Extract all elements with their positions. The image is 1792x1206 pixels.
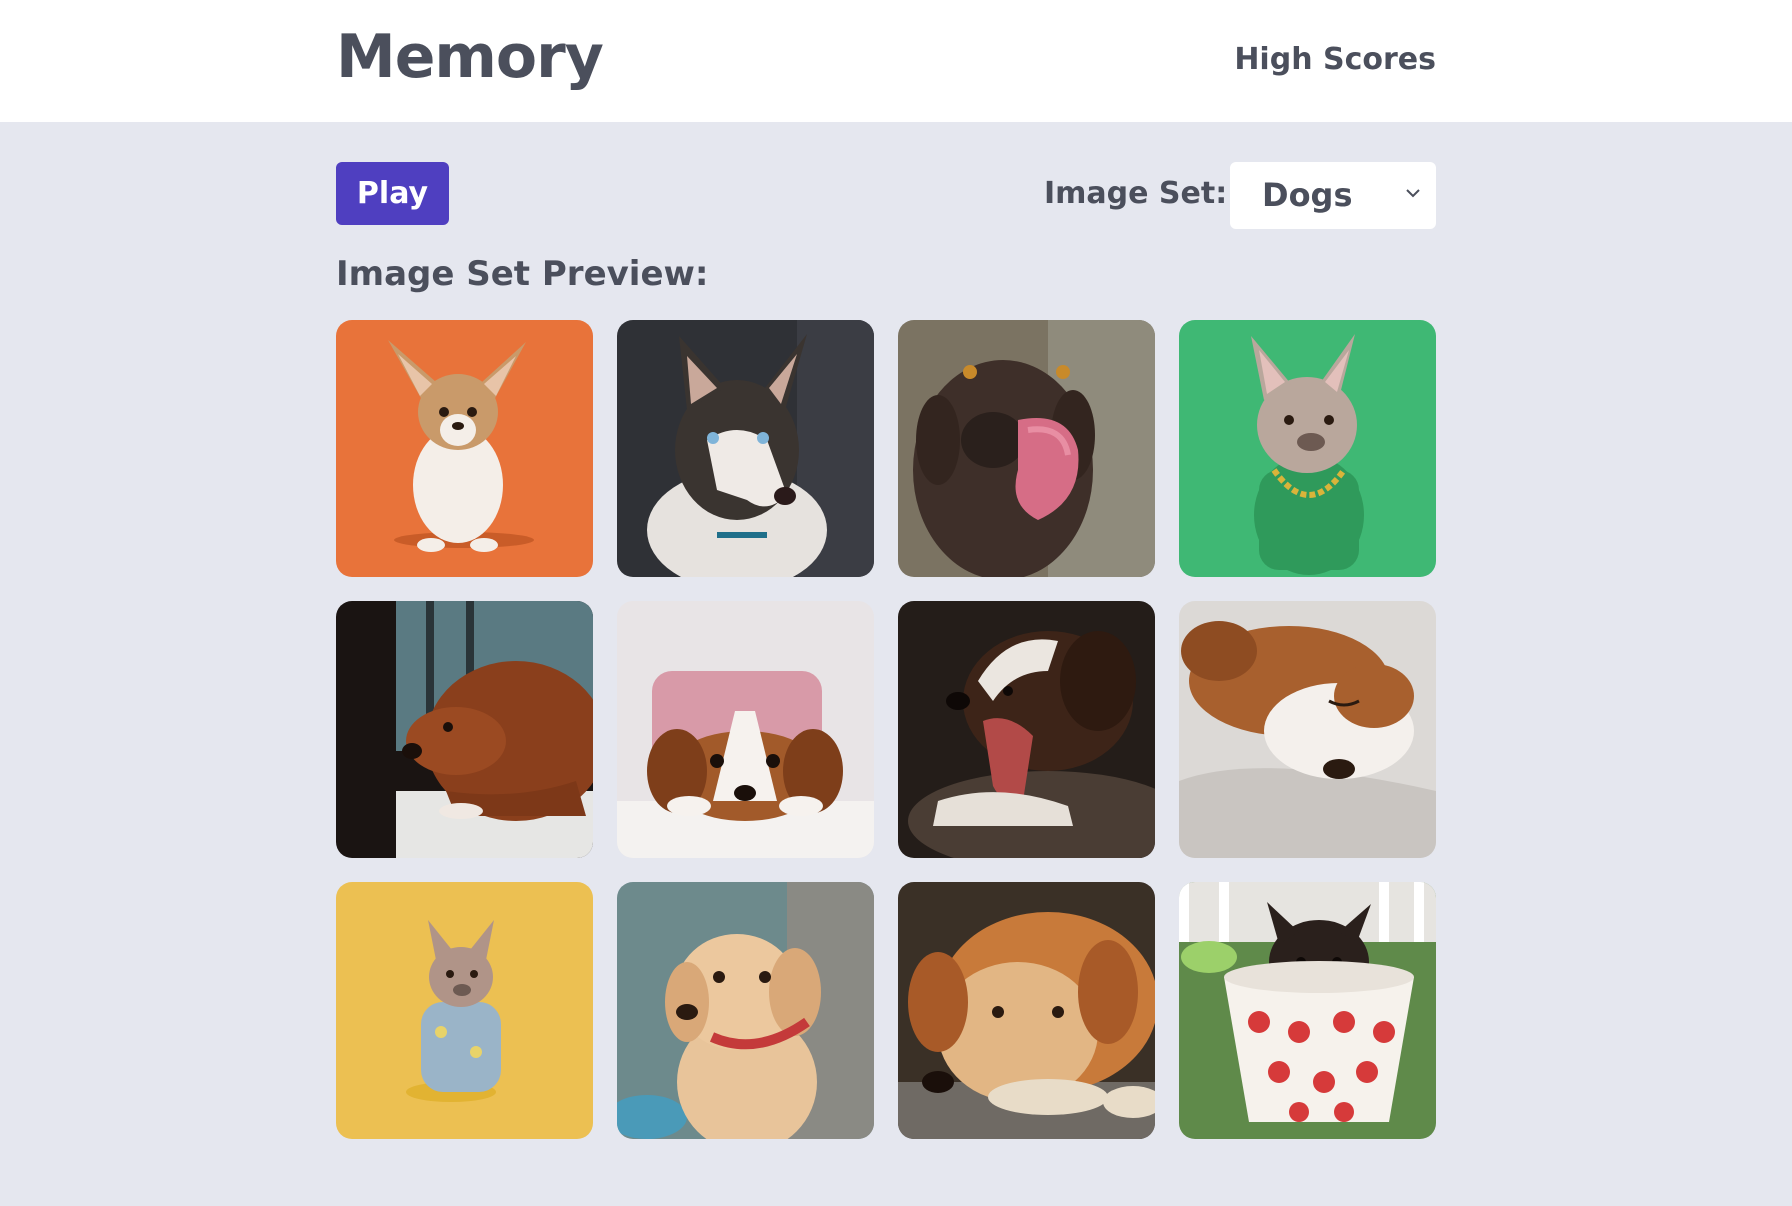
chihuahua-teacup-image — [1179, 882, 1436, 1139]
cavalier-puppy-image — [617, 601, 874, 858]
high-scores-link[interactable]: High Scores — [1234, 42, 1436, 77]
french-bulldog-green-image — [1179, 320, 1436, 577]
preview-image-7 — [898, 601, 1155, 858]
play-button[interactable]: Play — [336, 162, 449, 225]
preview-image-9 — [336, 882, 593, 1139]
image-set-selected-value: Dogs — [1262, 176, 1353, 214]
preview-image-3 — [898, 320, 1155, 577]
preview-image-8 — [1179, 601, 1436, 858]
spaniel-window-image — [336, 601, 593, 858]
corgi-puppy-orange-image — [336, 320, 593, 577]
preview-image-2 — [617, 320, 874, 577]
preview-image-1 — [336, 320, 593, 577]
golden-retriever-lying-image — [898, 882, 1155, 1139]
preview-image-12 — [1179, 882, 1436, 1139]
app-header: Memory High Scores — [0, 0, 1792, 122]
image-set-label: Image Set: — [1044, 176, 1228, 211]
french-bulldog-yellow-image — [336, 882, 593, 1139]
preview-image-10 — [617, 882, 874, 1139]
preview-image-6 — [617, 601, 874, 858]
preview-image-11 — [898, 882, 1155, 1139]
preview-image-5 — [336, 601, 593, 858]
image-set-preview-title: Image Set Preview: — [336, 254, 709, 294]
preview-image-4 — [1179, 320, 1436, 577]
image-set-select[interactable]: Dogs — [1230, 162, 1436, 229]
husky-image — [617, 320, 874, 577]
image-preview-grid — [336, 320, 1436, 1139]
yawning-puppy-image — [898, 601, 1155, 858]
golden-puppy-image — [617, 882, 874, 1139]
labrador-licking-image — [898, 320, 1155, 577]
app-title: Memory — [336, 22, 604, 92]
sleeping-beagle-image — [1179, 601, 1436, 858]
chevron-down-icon — [1406, 189, 1420, 198]
